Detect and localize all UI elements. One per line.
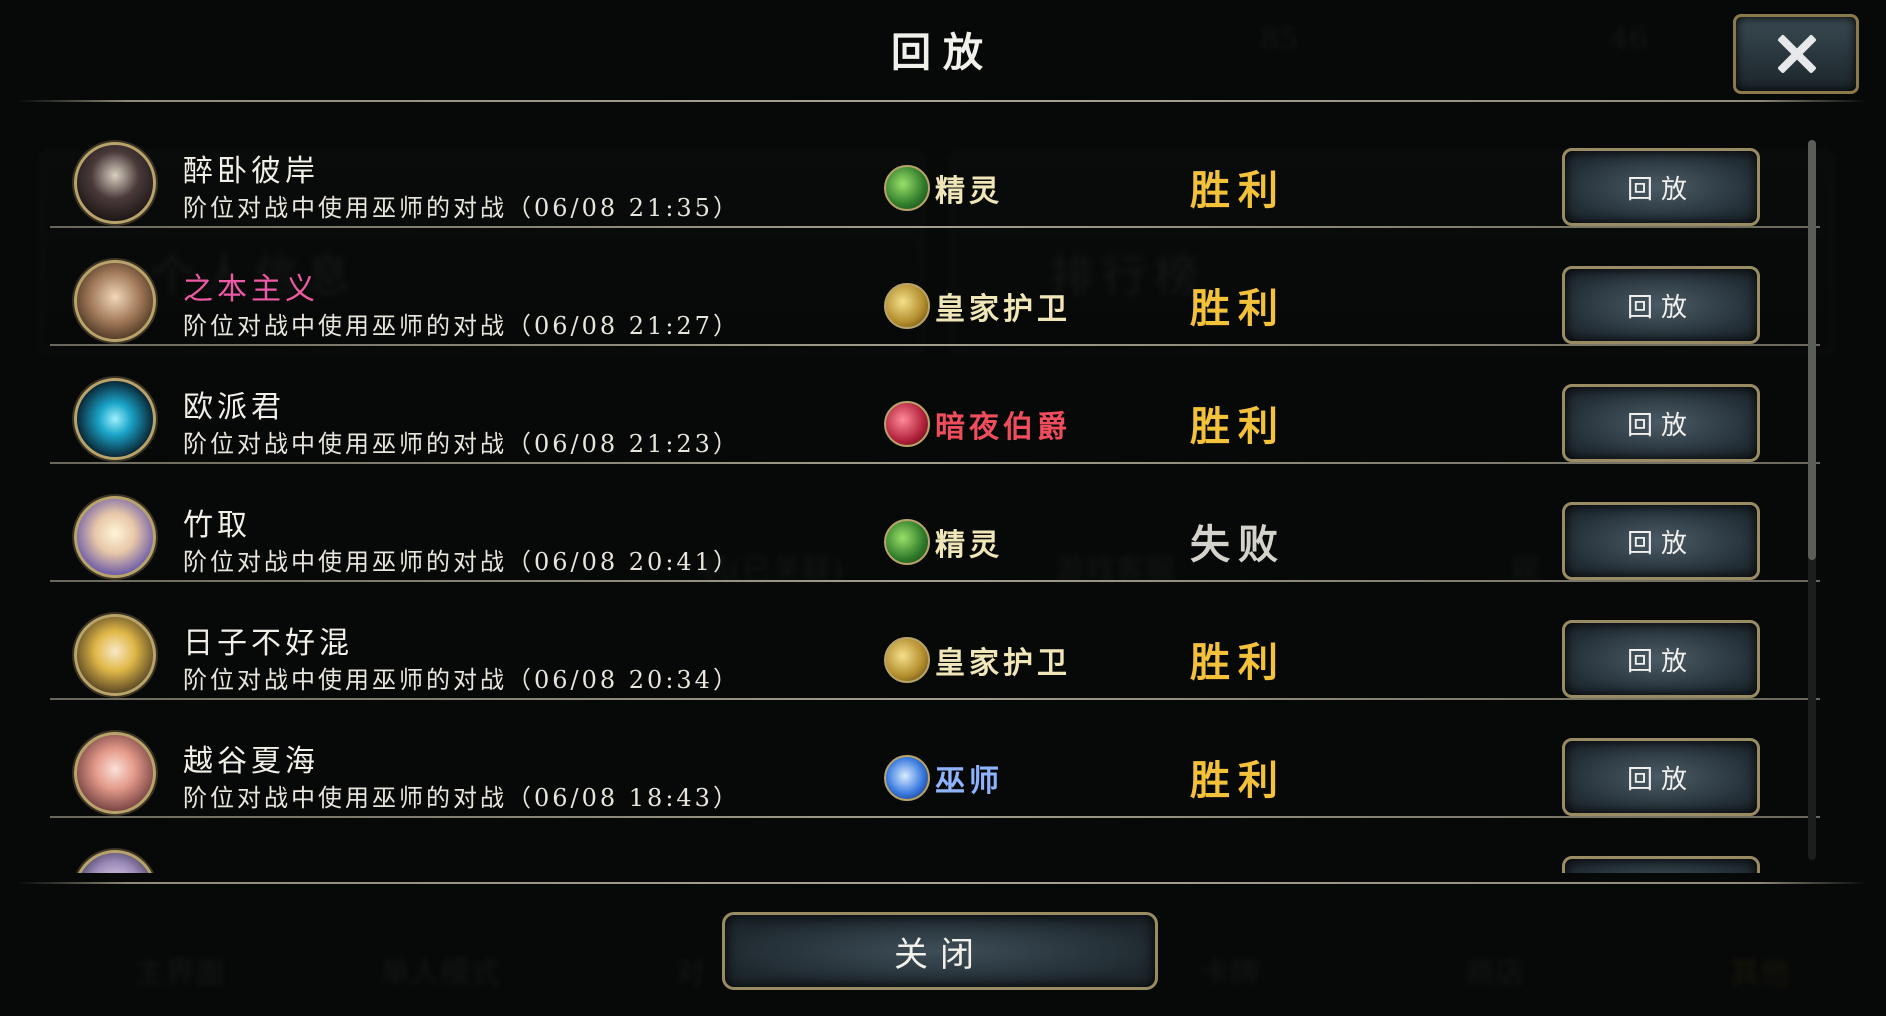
opponent-class: 皇家护卫 [935, 292, 1071, 327]
replay-row: 之本主义 阶位对战中使用巫师的对战（06/08 21:27） 皇家护卫 胜利 回… [30, 228, 1820, 346]
player-avatar [74, 260, 156, 342]
crown-icon [884, 637, 930, 683]
crown-icon [884, 283, 930, 329]
bottom-divider [18, 882, 1868, 884]
opponent-class: 皇家护卫 [935, 646, 1071, 681]
close-button[interactable]: 关闭 [722, 912, 1158, 990]
rune-icon [884, 755, 930, 801]
leaf-icon [884, 519, 930, 565]
replay-list: 醉卧彼岸 阶位对战中使用巫师的对战（06/08 21:35） 精灵 胜利 回放 … [30, 110, 1820, 873]
player-avatar [74, 614, 156, 696]
player-avatar [74, 378, 156, 460]
match-result: 胜利 [1190, 639, 1286, 686]
player-name: 醉卧彼岸 [183, 154, 319, 189]
close-x-icon[interactable] [1733, 14, 1859, 94]
replay-row: 醉卧彼岸 阶位对战中使用巫师的对战（06/08 21:35） 精灵 胜利 回放 [30, 110, 1820, 228]
scrollbar-thumb[interactable] [1808, 140, 1816, 560]
opponent-class: 暗夜伯爵 [935, 410, 1071, 445]
player-name: 之本主义 [183, 272, 319, 307]
player-name: 越谷夏海 [183, 744, 319, 779]
player-name: 竹取 [183, 508, 251, 543]
replay-row: 欧派君 阶位对战中使用巫师的对战（06/08 21:23） 暗夜伯爵 胜利 回放 [30, 346, 1820, 464]
replay-row: 竹取 阶位对战中使用巫师的对战（06/08 20:41） 精灵 失败 回放 [30, 464, 1820, 582]
opponent-class: 精灵 [935, 528, 1003, 563]
match-description: 阶位对战中使用巫师的对战（06/08 20:34） [183, 666, 740, 694]
replay-button[interactable]: 回放 [1562, 384, 1760, 462]
opponent-class: 巫师 [935, 764, 1003, 799]
top-divider [18, 100, 1868, 102]
leaf-icon [884, 165, 930, 211]
match-result: 胜利 [1190, 757, 1286, 804]
player-name: 日子不好混 [183, 626, 353, 661]
match-result: 胜利 [1190, 403, 1286, 450]
match-result: 胜利 [1190, 285, 1286, 332]
player-avatar [74, 732, 156, 814]
opponent-class: 精灵 [935, 174, 1003, 209]
player-name: 欧派君 [183, 390, 285, 425]
match-result: 失败 [1190, 521, 1286, 568]
replay-button[interactable]: 回放 [1562, 148, 1760, 226]
replay-button[interactable]: 回放 [1562, 620, 1760, 698]
replay-row: 越谷夏海 阶位对战中使用巫师的对战（06/08 18:43） 巫师 胜利 回放 [30, 700, 1820, 818]
replay-row-partial [30, 818, 1820, 873]
dialog-title: 回放 [891, 29, 995, 76]
player-avatar [74, 142, 156, 224]
replay-button[interactable]: 回放 [1562, 266, 1760, 344]
match-description: 阶位对战中使用巫师的对战（06/08 18:43） [183, 784, 740, 812]
match-description: 阶位对战中使用巫师的对战（06/08 21:23） [183, 430, 740, 458]
replay-button[interactable] [1562, 856, 1760, 873]
match-description: 阶位对战中使用巫师的对战（06/08 21:35） [183, 194, 740, 222]
player-avatar [74, 850, 156, 873]
player-avatar [74, 496, 156, 578]
match-result: 胜利 [1190, 167, 1286, 214]
replay-row: 日子不好混 阶位对战中使用巫师的对战（06/08 20:34） 皇家护卫 胜利 … [30, 582, 1820, 700]
match-description: 阶位对战中使用巫师的对战（06/08 21:27） [183, 312, 740, 340]
match-description: 阶位对战中使用巫师的对战（06/08 20:41） [183, 548, 740, 576]
fang-icon [884, 401, 930, 447]
replay-button[interactable]: 回放 [1562, 738, 1760, 816]
replay-button[interactable]: 回放 [1562, 502, 1760, 580]
